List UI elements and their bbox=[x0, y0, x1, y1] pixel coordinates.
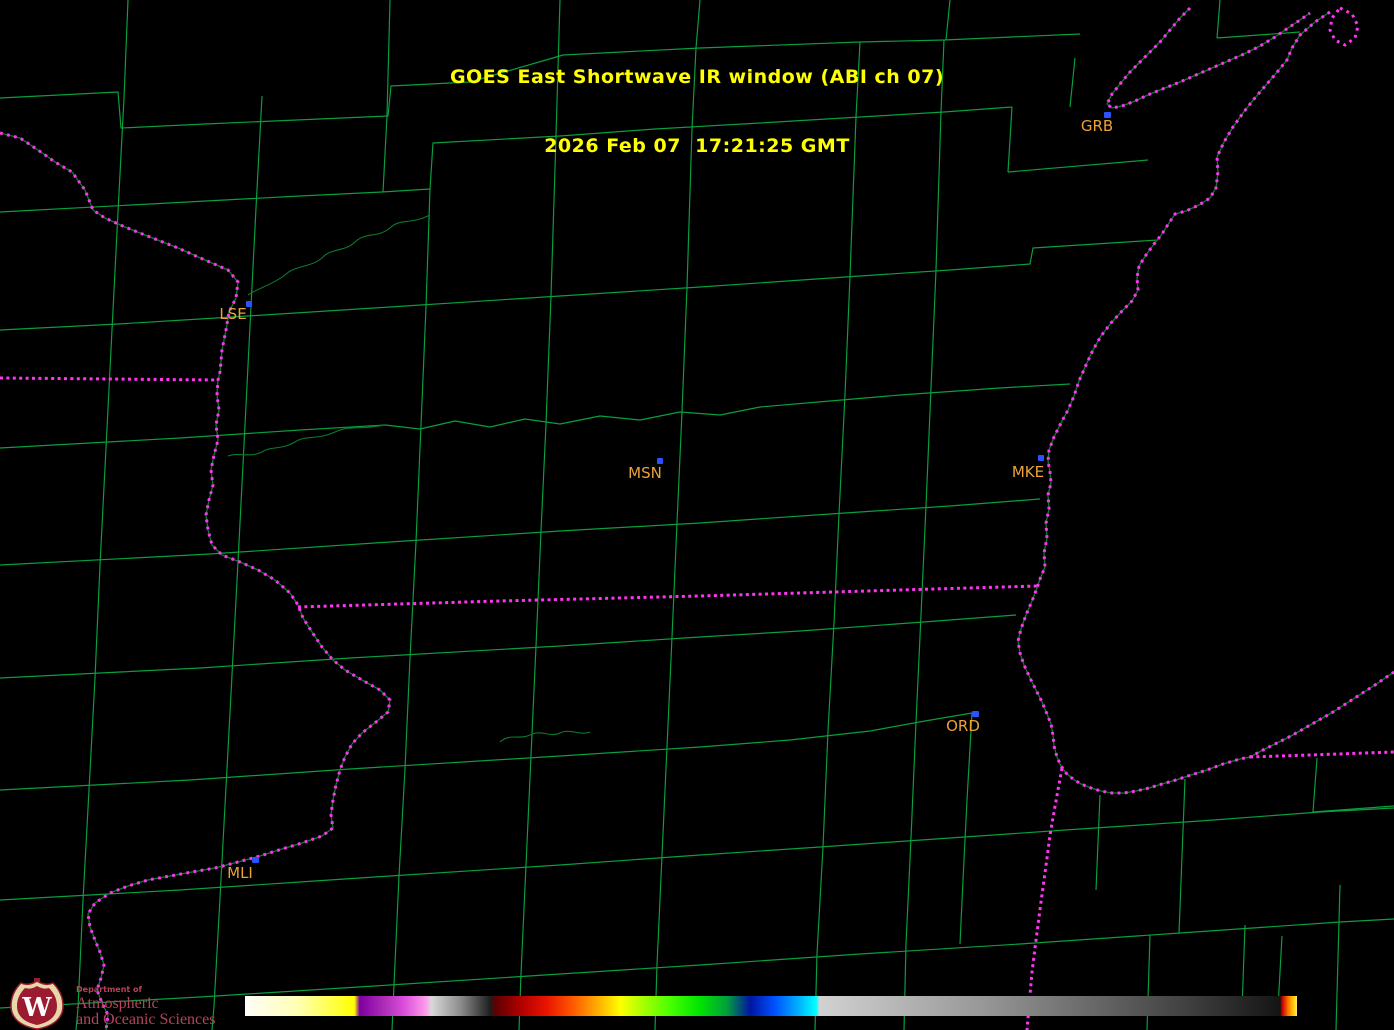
station-label: ORD bbox=[946, 717, 980, 735]
crest-monogram: W bbox=[21, 993, 52, 1023]
lake-michigan-outline bbox=[1018, 12, 1394, 793]
minnesota-iowa-border bbox=[0, 378, 218, 380]
door-peninsula-border bbox=[1330, 8, 1358, 45]
wisconsin-illinois-border bbox=[298, 586, 1037, 607]
green-bay-outline bbox=[1107, 8, 1310, 108]
logo-dept-line: Department of bbox=[76, 985, 215, 994]
ir-enhancement-colorbar bbox=[245, 996, 1297, 1016]
station-label: MKE bbox=[1012, 463, 1044, 481]
logo-line-1: Atmospheric bbox=[76, 996, 215, 1012]
station-label: GRB bbox=[1081, 117, 1113, 135]
shorelines bbox=[0, 8, 1394, 1030]
logo-text: Department of Atmospheric and Oceanic Sc… bbox=[76, 978, 215, 1028]
mississippi-river-border bbox=[0, 133, 390, 1030]
station-grb: GRB bbox=[1081, 112, 1113, 135]
illinois-indiana-border bbox=[1027, 768, 1062, 1030]
satellite-image-frame: GRB LSE MSN MKE ORD MLI bbox=[0, 0, 1394, 1030]
station-label: MLI bbox=[227, 864, 253, 882]
station-lse: LSE bbox=[219, 301, 252, 323]
uw-aos-logo: W Department of Atmospheric and Oceanic … bbox=[8, 978, 215, 1030]
logo-line-2: and Oceanic Sciences bbox=[76, 1012, 215, 1028]
station-mke: MKE bbox=[1012, 455, 1044, 481]
county-lines bbox=[0, 0, 1394, 1030]
station-msn: MSN bbox=[628, 458, 663, 482]
mississippi-river-outline bbox=[0, 133, 390, 1030]
station-dot-icon bbox=[246, 301, 252, 307]
green-bay-border bbox=[1107, 8, 1310, 108]
station-label: MSN bbox=[628, 464, 662, 482]
state-borders bbox=[0, 8, 1394, 1030]
michigan-indiana-border bbox=[1250, 752, 1394, 757]
station-label: LSE bbox=[219, 305, 246, 323]
station-dot-icon bbox=[1038, 455, 1044, 461]
map-canvas: GRB LSE MSN MKE ORD MLI bbox=[0, 0, 1394, 1030]
uw-crest-icon: W bbox=[8, 978, 66, 1030]
lake-michigan-border bbox=[1018, 12, 1394, 793]
station-dot-icon bbox=[252, 857, 259, 863]
